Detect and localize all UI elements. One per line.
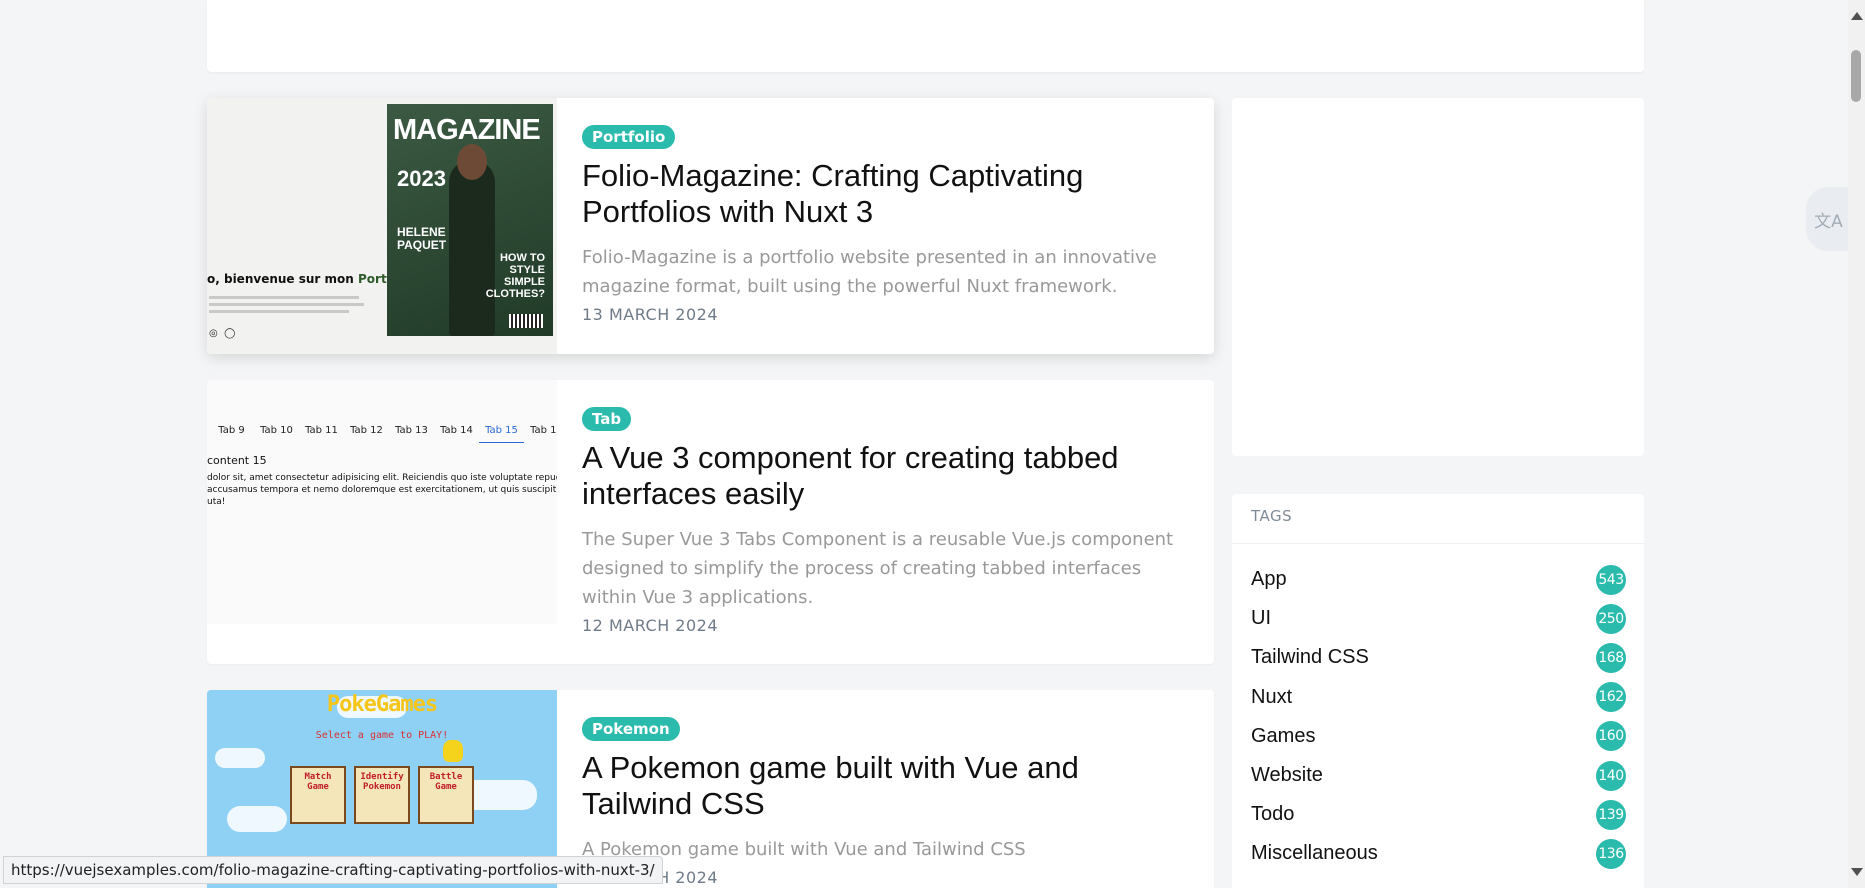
post-card[interactable]: o, bienvenue sur mon Portfolio ◎ ◯ MAGAZ… [207,98,1214,354]
thumb-tab-strip: Tab 9 Tab 10 Tab 11 Tab 12 Tab 13 Tab 14… [209,425,557,443]
thumb-tab: Tab 11 [305,425,338,436]
thumb-text-lines [209,296,364,317]
tag-item-website[interactable]: Website 140 [1251,756,1626,795]
post-title[interactable]: Folio-Magazine: Crafting Captivating Por… [582,158,1189,230]
tag-item-games[interactable]: Games 160 [1251,717,1626,756]
tag-name[interactable]: Games [1251,725,1315,748]
post-title[interactable]: A Pokemon game built with Vue and Tailwi… [582,750,1189,822]
scroll-down-arrow-icon[interactable] [1851,868,1863,876]
thumb-tab: Tab 16 [530,425,557,436]
tag-count-badge: 250 [1596,603,1626,634]
post-date: 12 MARCH 2024 [582,616,719,635]
cover-year: 2023 [397,166,446,191]
thumb-game-card: Battle Game [418,766,474,824]
link-status-bar: https://vuejsexamples.com/folio-magazine… [3,856,663,884]
tag-item-ui[interactable]: UI 250 [1251,599,1626,638]
thumb-content-text: dolor sit, amet consectetur adipisicing … [207,473,557,507]
tag-name[interactable]: Miscellaneous [1251,842,1378,865]
tag-item-miscellaneous[interactable]: Miscellaneous 136 [1251,834,1626,873]
cover-title: MAGAZINE [393,114,541,146]
tag-count-badge: 140 [1596,760,1626,791]
post-card[interactable]: Tab 9 Tab 10 Tab 11 Tab 12 Tab 13 Tab 14… [207,380,1214,664]
cover-figure-head [457,144,487,180]
tag-name[interactable]: App [1251,568,1287,591]
barcode-icon [509,314,543,328]
pikachu-icon [443,740,463,762]
thumb-tab: Tab 9 [218,425,245,436]
post-thumbnail[interactable]: o, bienvenue sur mon Portfolio ◎ ◯ MAGAZ… [207,98,557,354]
thumb-content-title: content 15 [207,454,267,467]
tags-heading: TAGS [1232,494,1644,544]
tag-item-nuxt[interactable]: Nuxt 162 [1251,678,1626,717]
thumb-tab: Tab 10 [260,425,293,436]
post-description: A Pokemon game built with Vue and Tailwi… [582,839,1026,860]
post-thumbnail[interactable]: Tab 9 Tab 10 Tab 11 Tab 12 Tab 13 Tab 14… [207,380,557,624]
post-tag[interactable]: Portfolio [582,125,676,149]
tag-name[interactable]: Nuxt [1251,686,1292,709]
thumb-tab: Tab 13 [395,425,428,436]
thumb-welcome-text: o, bienvenue sur mon Portfolio [207,272,417,286]
tag-item-todo[interactable]: Todo 139 [1251,795,1626,834]
tag-count-badge: 136 [1596,838,1626,869]
cover-name: HELENE PAQUET [397,225,447,252]
post-description: The Super Vue 3 Tabs Component is a reus… [582,529,1174,608]
tag-count-badge: 139 [1596,799,1626,830]
tags-widget: TAGS App 543 UI 250 Tailwind CSS 168 Nuxt 16… [1232,494,1644,888]
thumb-tab-active: Tab 15 [479,425,524,443]
tag-name[interactable]: UI [1251,607,1271,630]
tag-count-badge: 162 [1596,682,1626,713]
sidebar-ad-slot [1232,98,1644,456]
tag-name[interactable]: Website [1251,764,1323,787]
thumb-tab: Tab 12 [350,425,383,436]
scrollbar-thumb[interactable] [1851,50,1861,102]
cover-headline: HOW TO STYLE SIMPLE CLOTHES? [485,252,545,300]
thumb-game-title: PokeGames [326,692,438,717]
thumb-game-card: Match Game [290,766,346,824]
tag-item-app[interactable]: App 543 [1251,560,1626,599]
cloud-shape [215,748,265,768]
thumb-social-icons: ◎ ◯ [209,328,236,339]
tag-count-badge: 168 [1596,642,1626,673]
translate-icon[interactable]: 文A [1806,187,1851,251]
post-date: 11 MARCH 2024 [582,868,719,887]
tag-item-tailwind-css[interactable]: Tailwind CSS 168 [1251,638,1626,677]
post-tag[interactable]: Pokemon [582,717,680,741]
cloud-shape [227,806,287,832]
post-date: 13 MARCH 2024 [582,305,719,324]
tag-count-badge: 160 [1596,721,1626,752]
post-tag[interactable]: Tab [582,407,632,431]
post-title[interactable]: A Vue 3 component for creating tabbed in… [582,440,1189,512]
thumb-tab: Tab 14 [440,425,473,436]
tag-name[interactable]: Tailwind CSS [1251,646,1369,669]
post-description: Folio-Magazine is a portfolio website pr… [582,247,1157,297]
tag-count-badge: 543 [1596,564,1626,595]
vertical-scrollbar[interactable] [1848,0,1865,888]
thumb-game-subtitle: Select a game to PLAY! [315,730,449,741]
top-card [207,0,1644,72]
tag-name[interactable]: Todo [1251,803,1294,826]
thumb-game-card: Identify Pokemon [354,766,410,824]
magazine-cover: MAGAZINE 2023 HELENE PAQUET HOW TO STYLE… [387,104,553,336]
scroll-up-arrow-icon[interactable] [1851,12,1863,20]
